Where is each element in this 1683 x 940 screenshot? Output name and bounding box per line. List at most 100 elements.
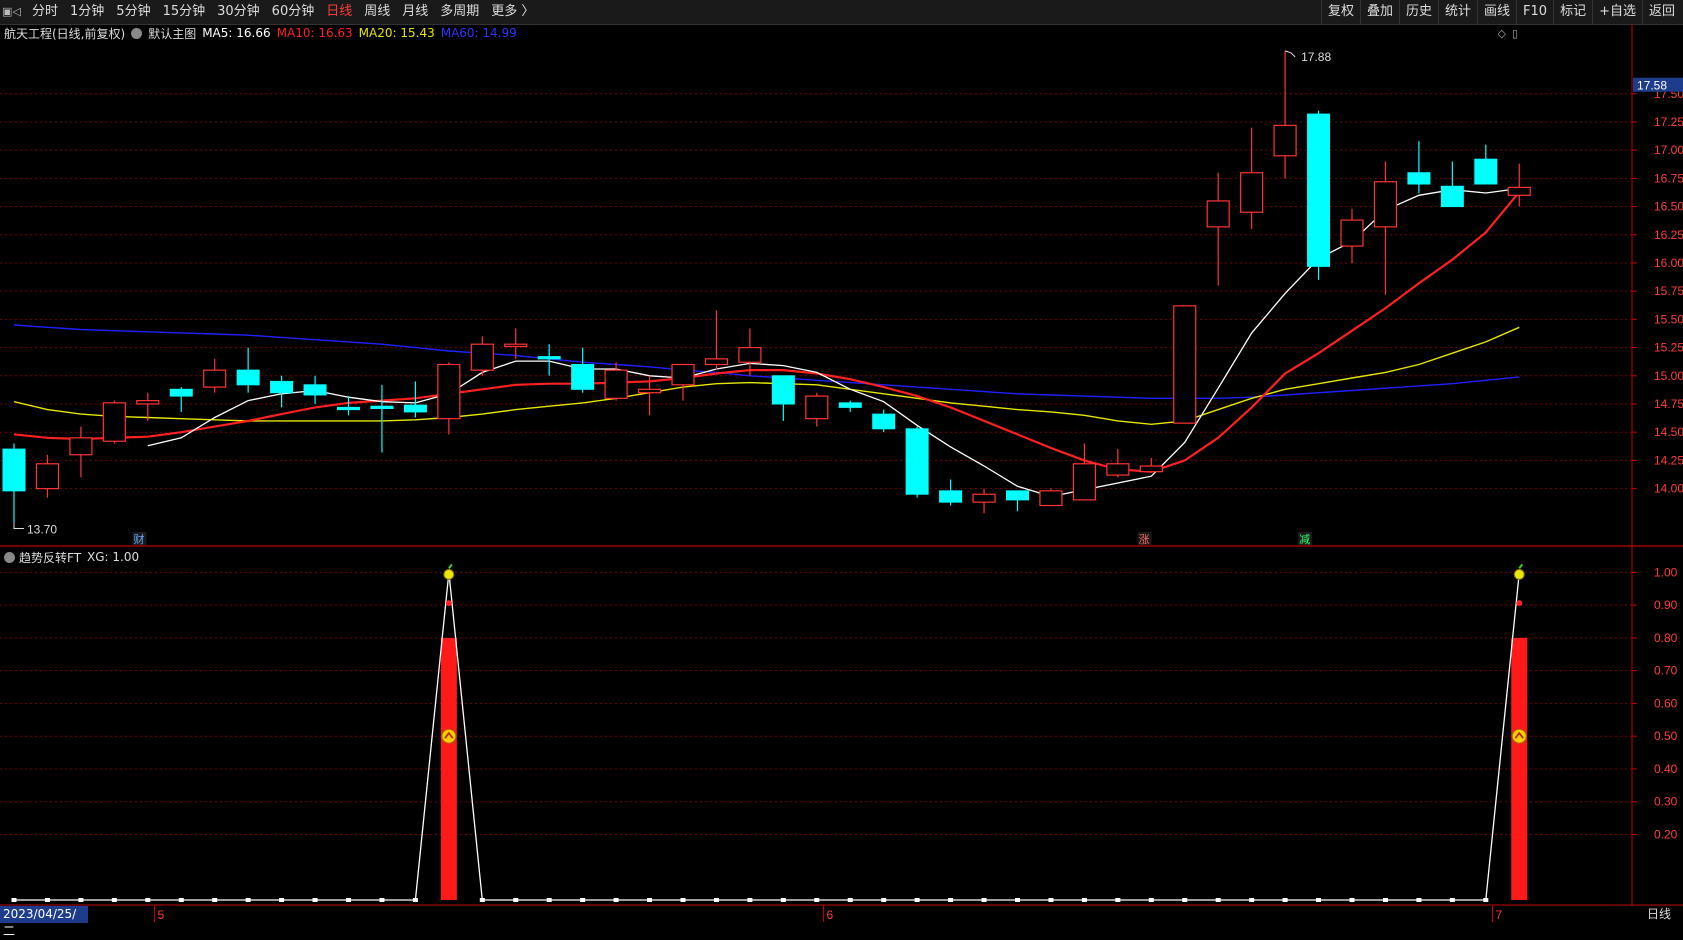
xg-dot — [312, 898, 318, 902]
candle — [1474, 144, 1498, 185]
red-dot-icon — [445, 600, 452, 607]
xg-dot — [1215, 898, 1221, 902]
ind-y-tick-label: 0.90 — [1654, 598, 1678, 612]
toolbar-action-4[interactable]: 画线 — [1477, 0, 1516, 24]
candle — [571, 347, 595, 393]
tab-period-4[interactable]: 30分钟 — [211, 0, 266, 24]
xg-dot — [1316, 898, 1322, 902]
candle-body — [604, 369, 628, 399]
candle — [1173, 305, 1197, 424]
candle — [838, 400, 862, 412]
xg-dot — [647, 898, 653, 902]
xg-dot — [613, 898, 619, 902]
toolbar-action-5[interactable]: F10 — [1516, 0, 1553, 24]
xg-dot — [546, 898, 552, 902]
red-dot-icon — [1516, 600, 1523, 607]
tab-period-7[interactable]: 周线 — [358, 0, 396, 24]
candle-body — [69, 437, 93, 456]
tab-period-9[interactable]: 多周期 — [434, 0, 485, 24]
toolbar-action-3[interactable]: 统计 — [1438, 0, 1477, 24]
xg-dot — [1282, 898, 1288, 902]
xg-dot — [1382, 898, 1388, 902]
panel-toggle-icon[interactable]: ▯ — [1512, 27, 1518, 40]
tab-period-6[interactable]: 日线 — [320, 0, 358, 24]
candle — [1307, 110, 1331, 280]
xg-dot — [479, 898, 485, 902]
candle-body — [571, 364, 595, 390]
y-tick-label: 15.25 — [1654, 341, 1683, 355]
candle — [303, 375, 327, 404]
tab-period-8[interactable]: 月线 — [396, 0, 434, 24]
indicator-title[interactable]: 趋势反转FT — [19, 549, 81, 566]
tab-period-5[interactable]: 60分钟 — [266, 0, 321, 24]
candle — [35, 454, 60, 498]
marker-zhang-bg — [1137, 532, 1152, 545]
candle-body — [35, 463, 60, 490]
cursor-date: 2023/04/25/二 — [0, 906, 88, 938]
low-pointer — [13, 522, 24, 529]
apple-signal-icon — [443, 568, 455, 580]
price-chart[interactable]: 14.00 14.25 14.50 14.75 15.00 15.25 15.50 15.75… — [0, 0, 1683, 923]
candle — [1106, 449, 1130, 478]
candle — [805, 392, 829, 427]
toolbar-action-6[interactable]: 标记 — [1553, 0, 1592, 24]
toolbar-action-1[interactable]: 叠加 — [1359, 0, 1399, 24]
xg-dot — [1048, 898, 1054, 902]
tab-period-10[interactable]: 更多 〉 — [485, 0, 540, 24]
candle — [1206, 172, 1230, 286]
candle — [1440, 161, 1464, 208]
ind-y-tick-label: 0.40 — [1654, 762, 1678, 776]
candle-body — [838, 402, 862, 408]
main-chart-header: 航天工程(日线,前复权) 默认主图 MA5: 16.66 MA10: 16.63… — [4, 24, 523, 42]
candle-body — [537, 356, 561, 360]
candle-body — [1407, 172, 1431, 185]
y-tick-label: 17.50 — [1654, 87, 1683, 101]
candle-body — [270, 380, 294, 394]
candle — [1340, 208, 1364, 263]
candle-body — [169, 388, 193, 397]
indicator-gear-icon[interactable] — [4, 551, 15, 563]
apple-leaf — [448, 563, 453, 569]
tab-period-0[interactable]: 分时 — [26, 0, 64, 24]
chevron-up-icon — [1514, 731, 1524, 739]
xg-dot — [780, 898, 786, 902]
xg-dot — [948, 898, 954, 902]
toolbar-action-0[interactable]: 复权 — [1320, 0, 1360, 24]
ind-y-tick-label: 0.70 — [1654, 664, 1678, 678]
ma60-line — [13, 324, 1520, 399]
candle — [1240, 127, 1264, 230]
xg-dot — [178, 898, 184, 902]
candle — [1507, 163, 1531, 207]
marker-zhang: 涨 — [1139, 533, 1150, 546]
indicator-header: 趋势反转FT XG: 1.00 — [4, 548, 139, 566]
y-tick-label: 16.25 — [1654, 228, 1683, 242]
candle — [370, 384, 394, 453]
candle-body — [872, 413, 896, 430]
template-gear-icon[interactable] — [131, 27, 143, 39]
window-menu-icon[interactable]: ▣◁ — [2, 4, 21, 20]
xg-dot — [212, 898, 218, 902]
stock-title[interactable]: 航天工程(日线,前复权) — [4, 25, 125, 42]
candle-body — [771, 375, 795, 405]
y-tick-label: 16.50 — [1654, 200, 1683, 214]
toolbar-action-7[interactable]: +自选 — [1592, 0, 1642, 24]
marker-jian-bg — [1298, 532, 1313, 545]
candle — [1407, 141, 1431, 194]
toolbar-action-2[interactable]: 历史 — [1398, 0, 1438, 24]
candle — [2, 443, 26, 523]
toolbar-actions: 复权 叠加 历史 统计 画线 F10 标记 +自选 返回 — [1320, 0, 1681, 24]
xg-dot — [1081, 898, 1087, 902]
candle — [1139, 458, 1163, 473]
toolbar-action-8[interactable]: 返回 — [1641, 0, 1681, 24]
ind-y-tick-label: 0.50 — [1654, 729, 1678, 743]
diamond-icon[interactable]: ◇ — [1497, 27, 1505, 40]
tab-period-1[interactable]: 1分钟 — [64, 0, 110, 24]
candle — [671, 363, 695, 401]
tab-period-2[interactable]: 5分钟 — [110, 0, 156, 24]
candle — [236, 347, 260, 393]
ind-y-tick-label: 1.00 — [1654, 565, 1678, 579]
tab-period-3[interactable]: 15分钟 — [157, 0, 212, 24]
y-tick-label: 14.50 — [1654, 425, 1683, 439]
template-label[interactable]: 默认主图 — [148, 25, 196, 42]
y-tick-label: 15.50 — [1654, 312, 1683, 326]
